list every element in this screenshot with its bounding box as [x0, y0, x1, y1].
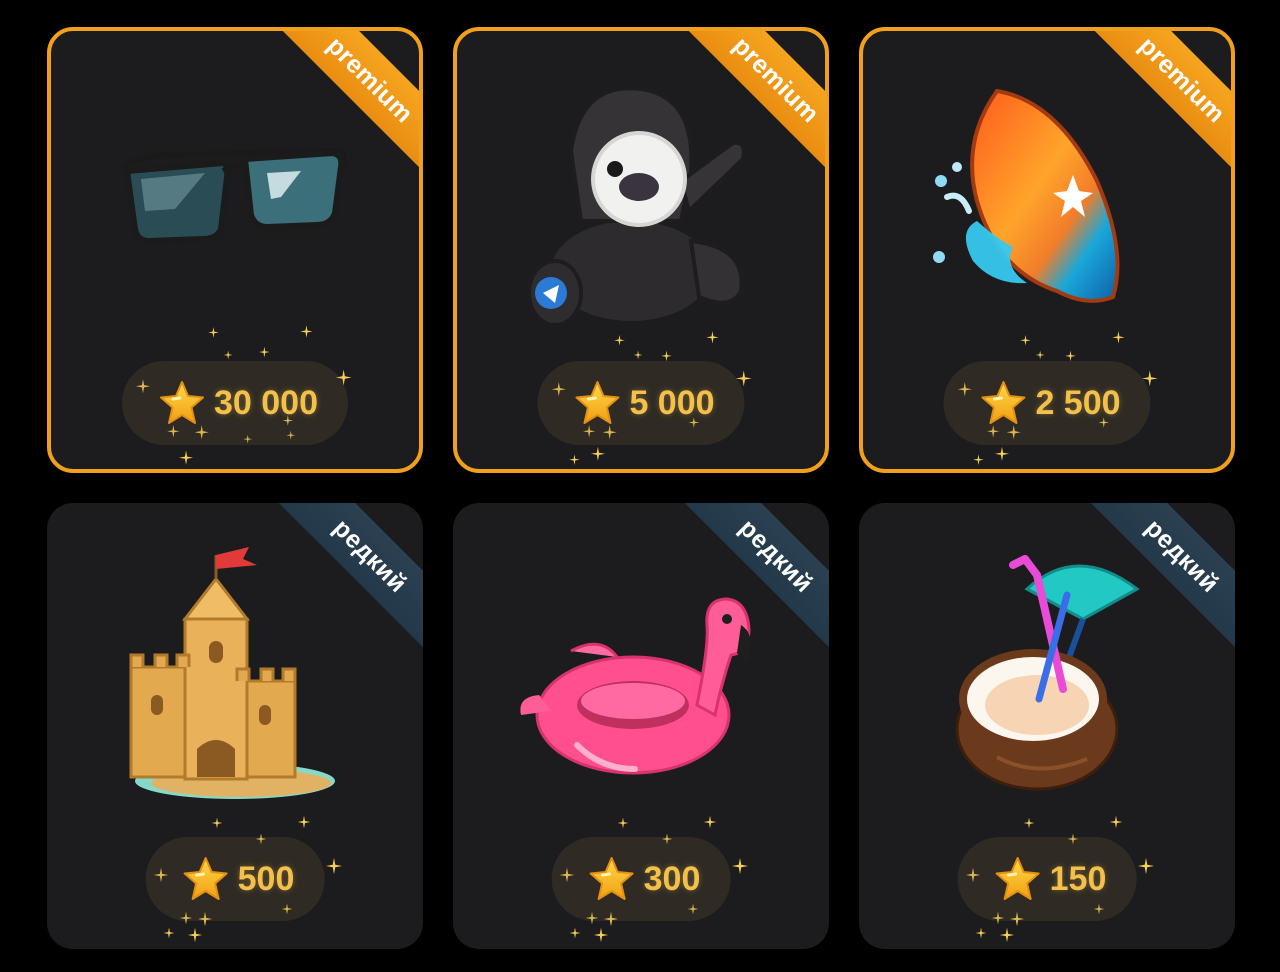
gift-card-sunglasses[interactable]: premium 30 000	[47, 27, 423, 473]
star-icon	[182, 855, 230, 903]
plush-bear-icon	[511, 71, 771, 331]
gift-card-plush-bear[interactable]: premium 5 000	[453, 27, 829, 473]
price-label: 500	[237, 859, 295, 898]
star-icon	[994, 855, 1042, 903]
gift-card-surfboard[interactable]: premium 2 500	[859, 27, 1235, 473]
star-icon	[588, 855, 636, 903]
price-button[interactable]: 30 000	[122, 361, 348, 445]
sunglasses-icon	[105, 79, 365, 339]
gift-card-sandcastle[interactable]: редкий 500	[47, 503, 423, 949]
gift-card-flamingo-float[interactable]: редкий 300	[453, 503, 829, 949]
flamingo-float-icon	[511, 555, 771, 815]
coconut-cocktail-icon	[917, 549, 1177, 809]
price-button[interactable]: 300	[551, 837, 731, 921]
star-icon	[573, 379, 621, 427]
price-label: 30 000	[214, 383, 318, 422]
price-label: 2 500	[1035, 383, 1121, 422]
surfboard-icon	[917, 71, 1177, 331]
gift-card-coconut-cocktail[interactable]: редкий 150	[859, 503, 1235, 949]
price-button[interactable]: 150	[957, 837, 1137, 921]
price-button[interactable]: 5 000	[537, 361, 745, 445]
star-icon	[979, 379, 1027, 427]
price-button[interactable]: 2 500	[943, 361, 1151, 445]
price-button[interactable]: 500	[145, 837, 325, 921]
star-icon	[158, 379, 206, 427]
price-label: 5 000	[629, 383, 715, 422]
gift-grid: premium 30 000 premium 5 000 premium 2 5…	[47, 27, 1235, 949]
price-label: 300	[643, 859, 701, 898]
sandcastle-icon	[105, 545, 365, 805]
price-label: 150	[1049, 859, 1107, 898]
